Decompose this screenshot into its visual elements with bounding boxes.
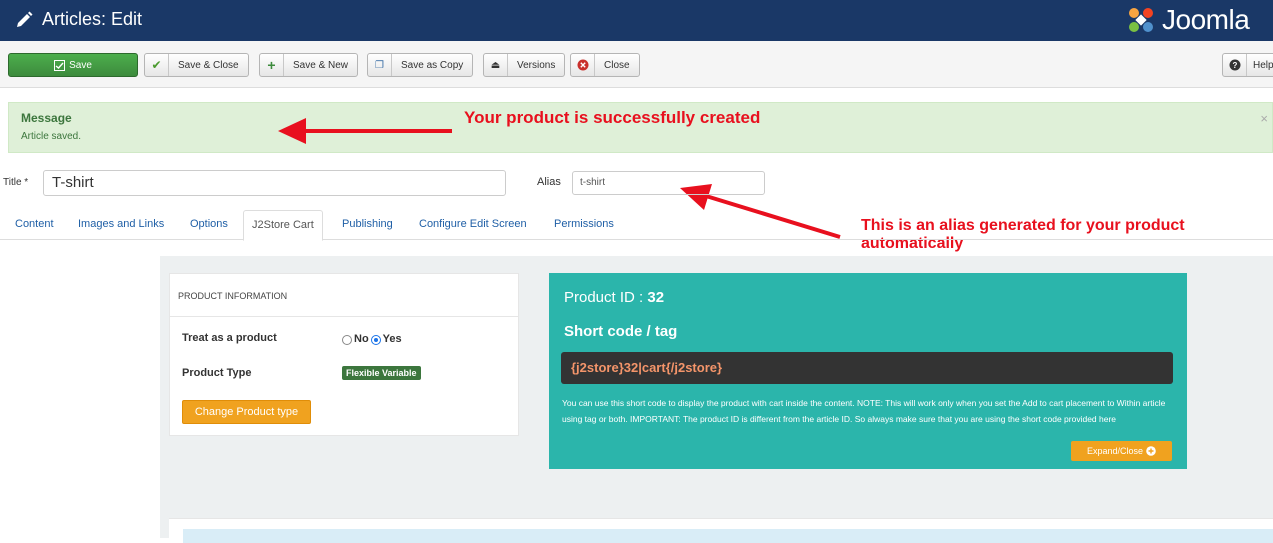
tab-content[interactable]: Content [7,210,62,240]
shortcode-panel: Product ID : 32 Short code / tag {j2stor… [549,273,1187,469]
expand-close-button[interactable]: Expand/Close [1071,441,1172,461]
tab-configure-edit-screen[interactable]: Configure Edit Screen [411,210,535,240]
j2store-panel-area: PRODUCT INFORMATION Treat as a product N… [160,256,1273,543]
radio-no[interactable] [342,335,352,345]
treat-as-product-radios: No Yes [342,333,402,345]
check-icon: ✔ [145,54,169,76]
annotation-success: Your product is successfully created [464,108,761,127]
page-title: Articles: Edit [42,9,143,29]
product-type-label: Product Type [182,367,252,379]
shortcode-note: You can use this short code to display t… [562,398,1166,424]
shortcode-code[interactable]: {j2store}32|cart{/j2store} [561,352,1173,384]
change-product-type-button[interactable]: Change Product type [182,400,311,424]
joomla-logo[interactable]: Joomla [1126,3,1250,37]
help-button[interactable]: ? Help [1222,53,1273,77]
title-alias-row: Title * T-shirt Alias t-shirt [0,170,1273,198]
radio-yes[interactable] [370,335,381,345]
product-information-heading: PRODUCT INFORMATION [170,274,518,317]
versions-button[interactable]: ⏏ Versions [483,53,566,77]
svg-text:?: ? [1232,61,1237,70]
info-box [183,529,1273,543]
product-id-value: 32 [647,289,665,306]
expand-close-label: Expand/Close [1086,446,1144,456]
joomla-logo-icon [1129,8,1153,32]
product-id: Product ID : 32 [564,289,664,306]
save-close-button[interactable]: ✔ Save & Close [144,53,249,77]
help-icon: ? [1223,54,1247,76]
save-copy-button[interactable]: ❐ Save as Copy [367,53,474,77]
toolbar: Save ✔ Save & Close + Save & New ❐ Save … [0,41,1273,88]
alias-label: Alias [537,176,561,188]
header-bar: Articles: Edit Joomla [0,0,1273,41]
save-icon [54,54,66,76]
product-type-badge: Flexible Variable [342,366,421,380]
radio-yes-label: Yes [382,333,402,345]
save-label: Save [69,59,92,71]
save-button[interactable]: Save [8,53,138,77]
plus-icon: + [260,54,284,76]
tab-options[interactable]: Options [182,210,236,240]
title-label: Title * [3,177,29,188]
joomla-logo-text: Joomla [1162,4,1250,35]
archive-icon: ⏏ [484,54,508,76]
pencil-icon [17,11,33,27]
message-text: Article saved. [21,131,82,142]
plus-circle-icon [1146,446,1156,456]
message-title: Message [21,111,72,125]
tab-images-links[interactable]: Images and Links [70,210,172,240]
title-input[interactable]: T-shirt [43,170,506,196]
tab-permissions[interactable]: Permissions [546,210,622,240]
edit-tabs: Content Images and Links Options J2Store… [0,210,1273,241]
radio-no-label: No [354,333,369,345]
save-new-button[interactable]: + Save & New [259,53,359,77]
bottom-panel [169,518,1273,543]
shortcode-title: Short code / tag [564,323,678,340]
message-close-icon[interactable]: × [1260,111,1268,126]
tab-publishing[interactable]: Publishing [334,210,401,240]
treat-as-product-label: Treat as a product [182,332,277,344]
alias-input[interactable]: t-shirt [572,171,765,195]
copy-icon: ❐ [368,54,392,76]
tab-j2store-cart[interactable]: J2Store Cart [243,210,323,241]
close-button[interactable]: Close [570,53,640,77]
close-circle-icon [571,54,595,76]
product-information-panel: PRODUCT INFORMATION Treat as a product N… [169,273,519,436]
product-id-label: Product ID : [564,289,648,306]
